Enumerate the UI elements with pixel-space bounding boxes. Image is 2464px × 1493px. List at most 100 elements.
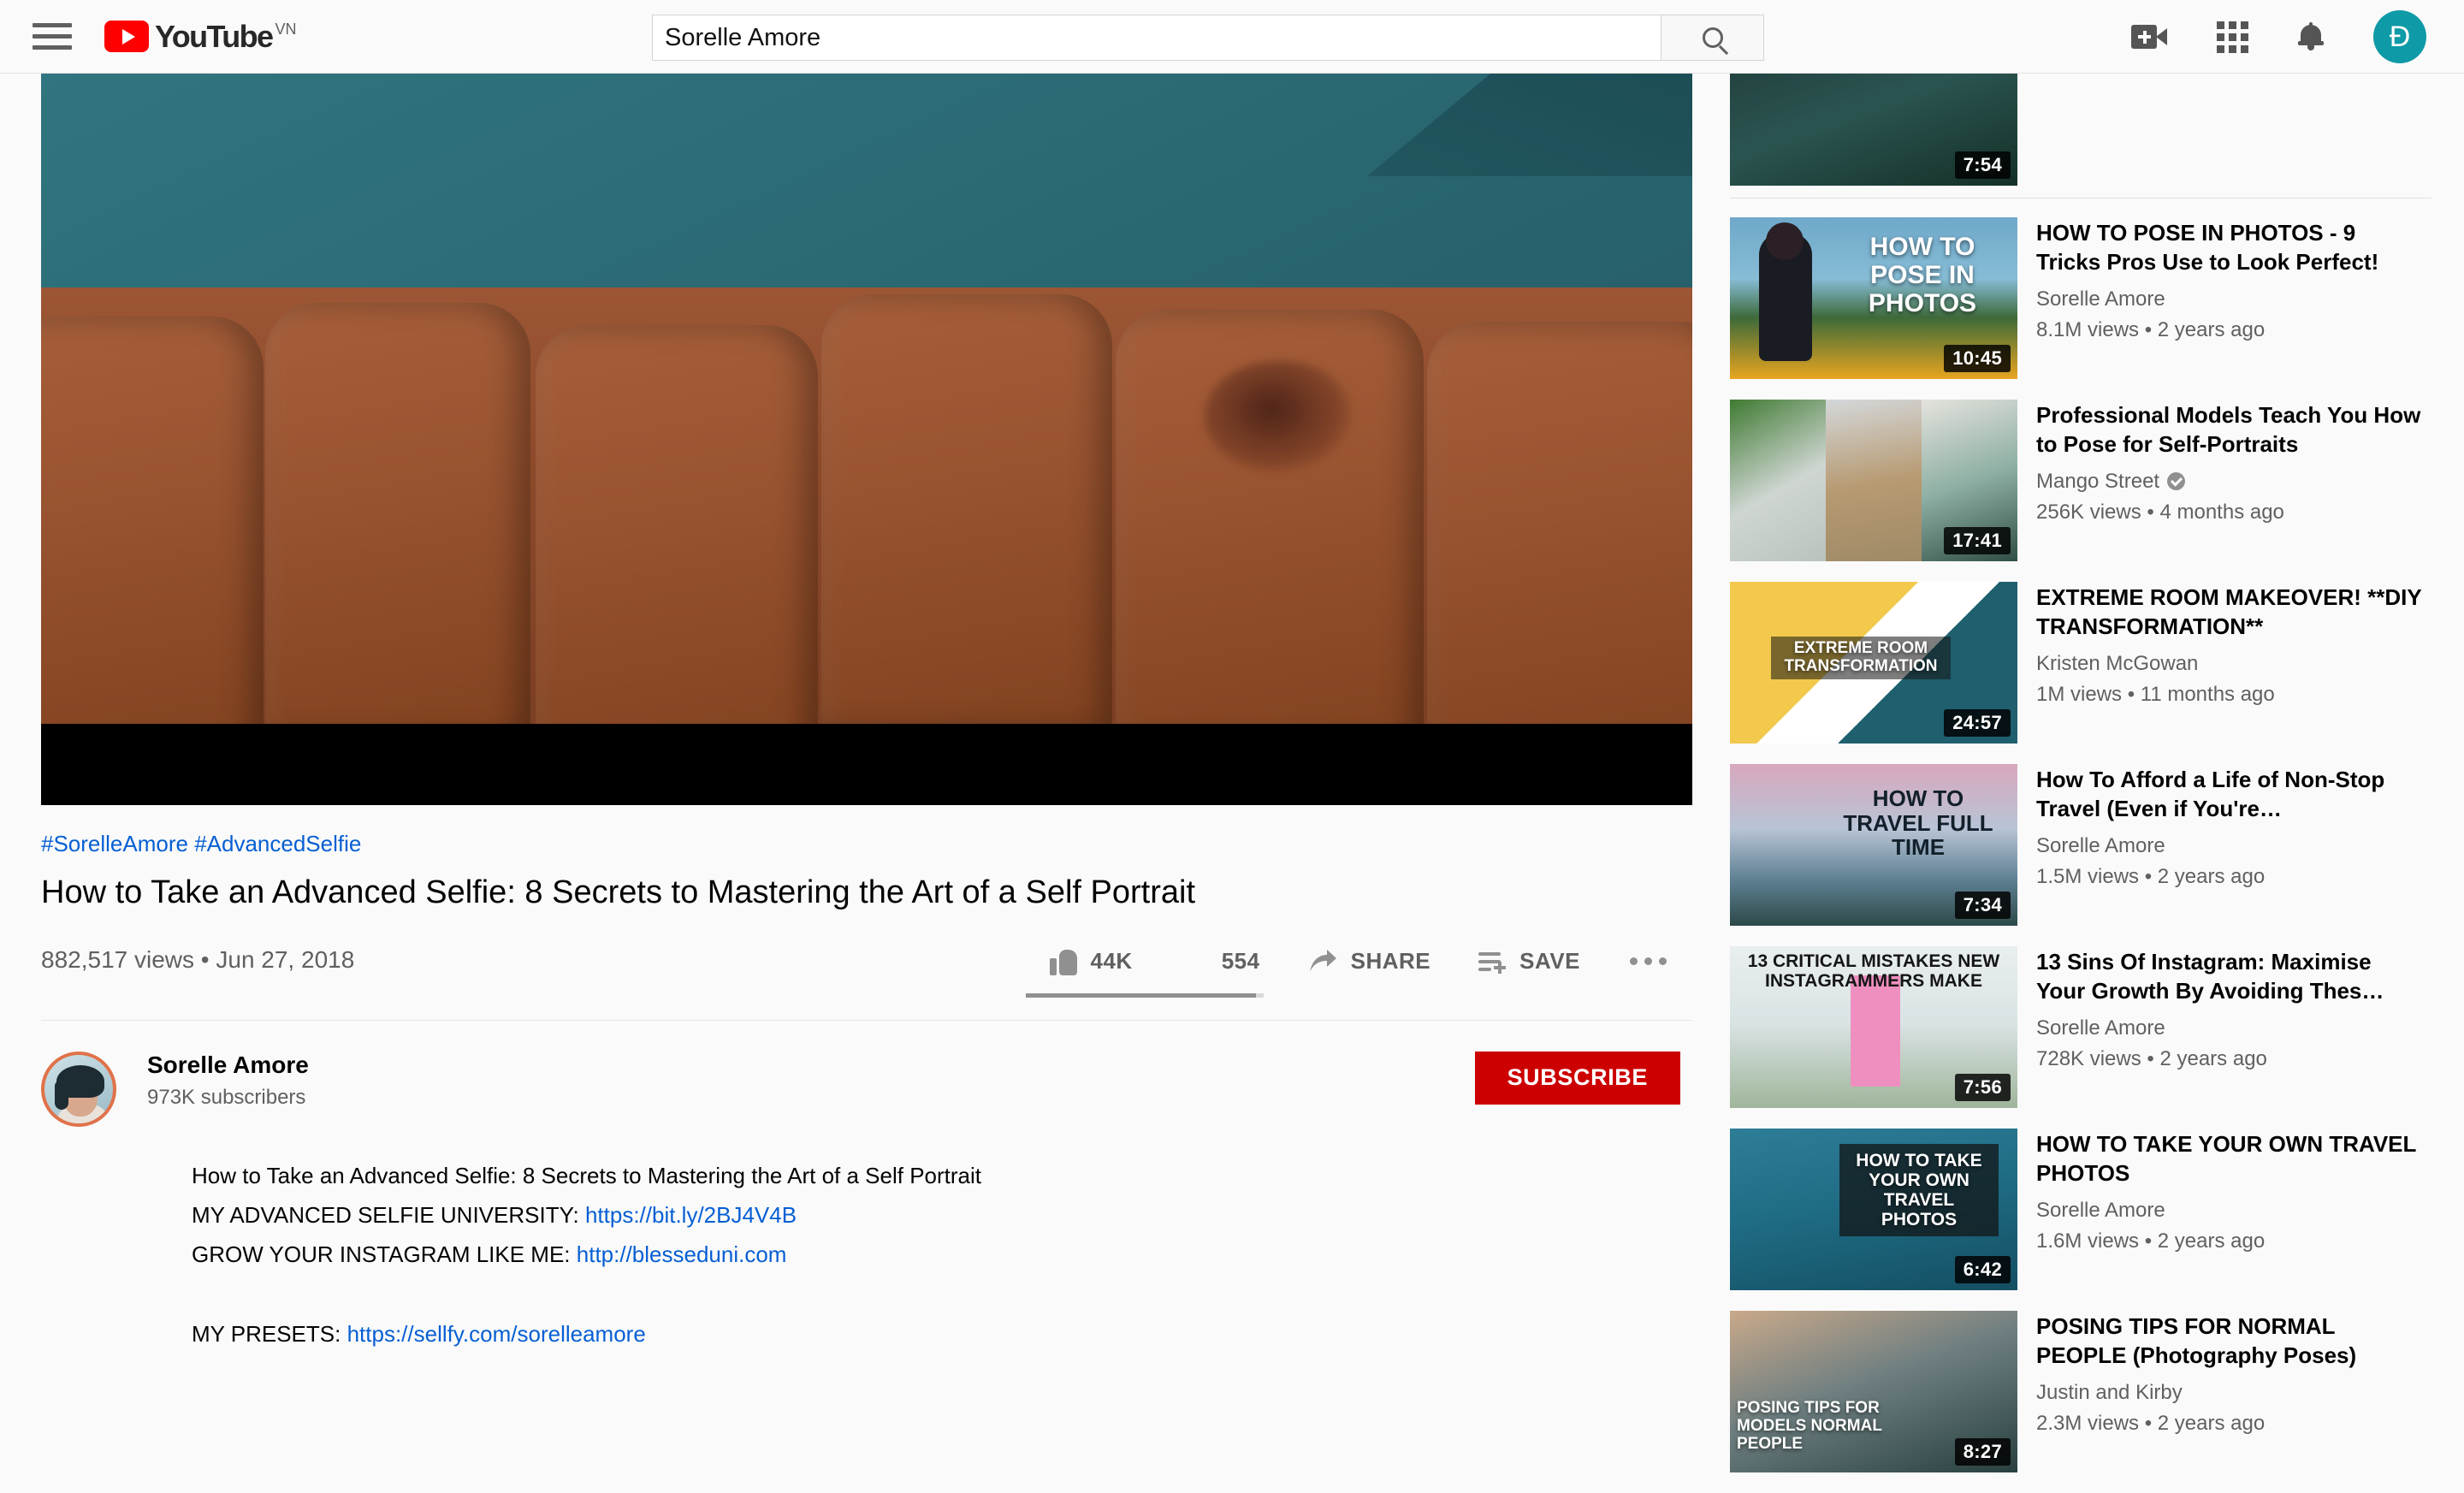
more-options-icon[interactable] <box>1604 957 1692 965</box>
youtube-play-icon <box>104 21 149 52</box>
list-item[interactable]: HOW TO POSE IN PHOTOS 10:45 HOW TO POSE IN… <box>1730 217 2431 379</box>
verified-badge-icon <box>2167 472 2186 491</box>
like-button[interactable]: 44K <box>1026 938 1157 986</box>
video-views: 8.1M views • 2 years ago <box>2036 317 2266 341</box>
dislike-button[interactable]: 554 <box>1157 938 1284 986</box>
video-title[interactable]: Professional Models Teach You How to Pos… <box>2036 401 2423 459</box>
video-info: EXTREME ROOM MAKEOVER! **DIY TRANSFORMAT… <box>2036 582 2423 744</box>
video-title[interactable]: HOW TO TAKE YOUR OWN TRAVEL PHOTOS <box>2036 1130 2423 1188</box>
video-channel-name: Sorelle Amore <box>2036 1016 2165 1040</box>
video-views: 728K views • 2 years ago <box>2036 1046 2267 1070</box>
video-player[interactable] <box>41 74 1692 805</box>
channel-avatar[interactable] <box>41 1051 116 1127</box>
save-label: SAVE <box>1519 948 1580 974</box>
header-actions: Đ <box>2131 0 2426 74</box>
save-playlist-icon <box>1478 949 1507 975</box>
video-info: 13 Sins Of Instagram: Maximise Your Grow… <box>2036 946 2423 1108</box>
video-duration: 24:57 <box>1944 709 2011 737</box>
video-thumbnail[interactable]: 13 CRITICAL MISTAKES NEW INSTAGRAMMERS M… <box>1730 946 2017 1108</box>
video-channel-name: Sorelle Amore <box>2036 287 2165 311</box>
list-item[interactable]: POSING TIPS FOR MODELS NORMAL PEOPLE 8:27… <box>1730 1311 2431 1472</box>
related-videos-sidebar: 7:54 1.1M views • 1 year ago HOW TO POSE… <box>1730 24 2431 1493</box>
watch-page: #SorelleAmore #AdvancedSelfie How to Tak… <box>0 24 2464 1472</box>
search-area <box>652 15 1764 61</box>
hamburger-line <box>33 45 72 50</box>
like-count: 44K <box>1090 948 1133 974</box>
avatar[interactable]: Đ <box>2373 10 2426 63</box>
description-link-university[interactable]: https://bit.ly/2BJ4V4B <box>585 1202 797 1228</box>
apps-grid-icon[interactable] <box>2217 21 2248 53</box>
search-button[interactable] <box>1661 15 1764 61</box>
hamburger-menu-icon[interactable] <box>33 17 72 56</box>
description-link-presets[interactable]: https://sellfy.com/sorelleamore <box>347 1321 646 1347</box>
description-link-instagram[interactable]: http://blesseduni.com <box>577 1241 787 1267</box>
video-frame <box>41 74 1692 761</box>
video-thumbnail[interactable]: 17:41 <box>1730 400 2017 561</box>
video-channel[interactable]: Sorelle Amore <box>2036 834 2423 858</box>
video-duration: 7:34 <box>1954 892 2011 919</box>
description-line-1: How to Take an Advanced Selfie: 8 Secret… <box>192 1162 982 1188</box>
notification-bell-icon[interactable] <box>2298 22 2324 51</box>
video-channel[interactable]: Sorelle Amore <box>2036 1199 2423 1223</box>
video-thumbnail[interactable]: HOW TO POSE IN PHOTOS 10:45 <box>1730 217 2017 379</box>
video-camera-plus-icon[interactable] <box>2131 25 2167 49</box>
video-duration: 6:42 <box>1954 1256 2011 1283</box>
subscribe-button[interactable]: SUBSCRIBE <box>1474 1051 1680 1105</box>
video-views: 1M views • 11 months ago <box>2036 682 2275 706</box>
video-duration: 7:56 <box>1954 1074 2011 1101</box>
video-title[interactable]: 13 Sins Of Instagram: Maximise Your Grow… <box>2036 948 2423 1006</box>
video-views-date: 882,517 views • Jun 27, 2018 <box>41 945 355 973</box>
list-item[interactable]: HOW TO TAKE YOUR OWN TRAVEL PHOTOS 6:42 HO… <box>1730 1129 2431 1290</box>
video-channel-name: Sorelle Amore <box>2036 1198 2165 1222</box>
video-views: 256K views • 4 months ago <box>2036 500 2284 524</box>
hamburger-line <box>33 23 72 27</box>
video-thumbnail[interactable]: HOW TO TRAVEL FULL TIME 7:34 <box>1730 764 2017 926</box>
list-item[interactable]: 13 CRITICAL MISTAKES NEW INSTAGRAMMERS M… <box>1730 946 2431 1108</box>
video-hashtags[interactable]: #SorelleAmore #AdvancedSelfie <box>41 831 1692 857</box>
video-channel[interactable]: Kristen McGowan <box>2036 652 2423 676</box>
thumbnail-overlay-text: POSING TIPS FOR MODELS NORMAL PEOPLE <box>1737 1399 1882 1453</box>
video-actions: 44K 554 SHARE SAVE <box>1025 938 1692 998</box>
video-info: Professional Models Teach You How to Pos… <box>2036 400 2423 561</box>
video-title[interactable]: HOW TO POSE IN PHOTOS - 9 Tricks Pros Us… <box>2036 219 2423 277</box>
video-thumbnail[interactable]: POSING TIPS FOR MODELS NORMAL PEOPLE 8:27 <box>1730 1311 2017 1472</box>
video-title[interactable]: POSING TIPS FOR NORMAL PEOPLE (Photograp… <box>2036 1312 2423 1371</box>
youtube-logo[interactable]: YouTube VN <box>104 21 296 52</box>
thumbs-up-icon <box>1049 948 1077 975</box>
video-info: HOW TO POSE IN PHOTOS - 9 Tricks Pros Us… <box>2036 217 2423 379</box>
video-channel[interactable]: Sorelle Amore <box>2036 1016 2423 1040</box>
video-title[interactable]: How To Afford a Life of Non-Stop Travel … <box>2036 766 2423 824</box>
video-duration: 8:27 <box>1954 1438 2011 1466</box>
list-item[interactable]: HOW TO TRAVEL FULL TIME 7:34 How To Afford… <box>1730 764 2431 926</box>
video-meta-row: 882,517 views • Jun 27, 2018 44K 554 SHA… <box>41 938 1692 998</box>
description-line-2-label: MY ADVANCED SELFIE UNIVERSITY: <box>192 1201 585 1228</box>
list-item[interactable]: EXTREME ROOM TRANSFORMATION 24:57 EXTREME … <box>1730 582 2431 744</box>
video-channel[interactable]: Mango Street <box>2036 470 2423 494</box>
video-thumbnail[interactable]: EXTREME ROOM TRANSFORMATION 24:57 <box>1730 582 2017 744</box>
channel-row: Sorelle Amore 973K subscribers SUBSCRIBE <box>41 1051 1692 1127</box>
youtube-country-code: VN <box>275 21 297 38</box>
primary-column: #SorelleAmore #AdvancedSelfie How to Tak… <box>41 74 1692 1354</box>
description-line-3-label: GROW YOUR INSTAGRAM LIKE ME: <box>192 1241 577 1268</box>
video-channel[interactable]: Sorelle Amore <box>2036 287 2423 311</box>
share-button[interactable]: SHARE <box>1284 938 1455 986</box>
search-input[interactable] <box>665 23 1649 52</box>
list-item[interactable]: 17:41 Professional Models Teach You How t… <box>1730 400 2431 561</box>
thumbnail-overlay-text: EXTREME ROOM TRANSFORMATION <box>1771 637 1951 679</box>
youtube-logo-text: YouTube <box>155 19 274 54</box>
meta-divider <box>41 1019 1692 1021</box>
video-channel-name: Kristen McGowan <box>2036 651 2199 675</box>
save-button[interactable]: SAVE <box>1454 938 1604 986</box>
like-ratio-track <box>1025 992 1264 998</box>
video-channel-name: Justin and Kirby <box>2036 1380 2183 1404</box>
video-thumbnail[interactable]: HOW TO TAKE YOUR OWN TRAVEL PHOTOS 6:42 <box>1730 1129 2017 1290</box>
channel-text: Sorelle Amore 973K subscribers <box>147 1052 309 1110</box>
search-box[interactable] <box>652 15 1661 61</box>
video-duration: 17:41 <box>1944 527 2011 554</box>
dislike-count: 554 <box>1221 948 1260 974</box>
video-info: POSING TIPS FOR NORMAL PEOPLE (Photograp… <box>2036 1311 2423 1472</box>
thumbnail-overlay-text: HOW TO TRAVEL FULL TIME <box>1843 785 1993 861</box>
video-channel[interactable]: Justin and Kirby <box>2036 1381 2423 1405</box>
video-title[interactable]: EXTREME ROOM MAKEOVER! **DIY TRANSFORMAT… <box>2036 584 2423 642</box>
channel-name[interactable]: Sorelle Amore <box>147 1052 309 1079</box>
